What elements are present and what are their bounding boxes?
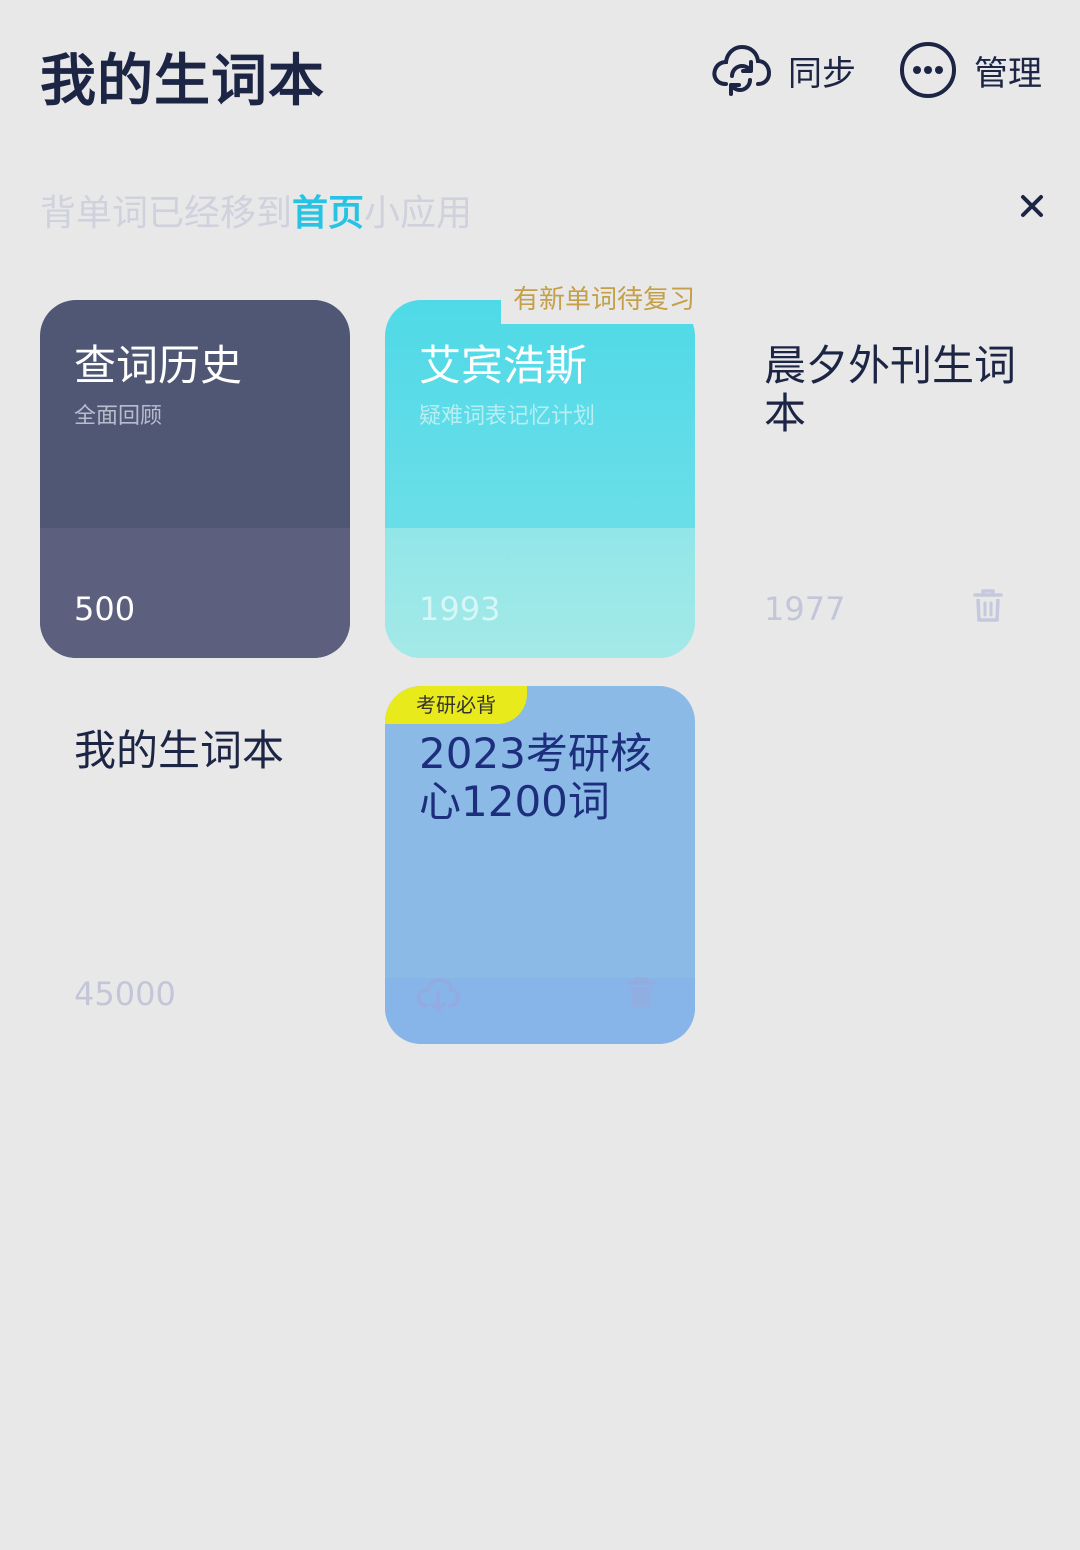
card-title: 查词历史 xyxy=(74,341,243,390)
more-dots-icon xyxy=(900,42,956,98)
wordbook-card-history[interactable]: 查词历史 全面回顾 500 xyxy=(40,300,350,658)
word-count: 1977 xyxy=(764,590,846,628)
wordbook-card-mine[interactable]: 我的生词本 45000 xyxy=(40,685,350,1043)
notice-prefix: 背单词已经移到 xyxy=(40,193,293,234)
review-pending-badge: 有新单词待复习 xyxy=(501,280,695,324)
card-subtitle: 疑难词表记忆计划 xyxy=(419,404,596,429)
cloud-sync-icon xyxy=(712,44,772,96)
wordbook-card-ebbinghaus[interactable]: 艾宾浩斯 疑难词表记忆计划 1993 xyxy=(385,300,695,658)
card-title: 我的生词本 xyxy=(74,726,285,775)
card-title: 2023考研核心1200词 xyxy=(419,729,652,826)
trash-icon[interactable] xyxy=(972,588,1004,624)
sync-button[interactable]: 同步 xyxy=(710,40,856,100)
close-icon[interactable] xyxy=(1014,188,1050,224)
manage-label: 管理 xyxy=(974,53,1042,94)
manage-button[interactable]: 管理 xyxy=(898,40,1042,100)
notice-home-link[interactable]: 首页 xyxy=(292,193,364,234)
page-title: 我的生词本 xyxy=(40,49,325,114)
wordbook-card-kaoyan[interactable]: 考研必背 2023考研核心1200词 xyxy=(385,686,695,1044)
card-title: 艾宾浩斯 xyxy=(419,341,588,390)
wordbook-card-zhaoxi[interactable]: 晨夕外刊生词本 1977 xyxy=(730,300,1040,658)
cloud-download-icon[interactable] xyxy=(415,976,461,1014)
notice-suffix: 小应用 xyxy=(364,193,473,234)
card-subtitle: 全面回顾 xyxy=(74,404,163,429)
trash-icon[interactable] xyxy=(625,976,657,1010)
word-count: 500 xyxy=(74,590,136,628)
card-title: 晨夕外刊生词本 xyxy=(764,341,1017,438)
kaoyan-badge: 考研必背 xyxy=(385,686,527,724)
word-count: 45000 xyxy=(74,975,176,1013)
word-count: 1993 xyxy=(419,590,501,628)
notice-banner: 背单词已经移到首页小应用 xyxy=(40,184,472,236)
sync-label: 同步 xyxy=(788,53,856,94)
